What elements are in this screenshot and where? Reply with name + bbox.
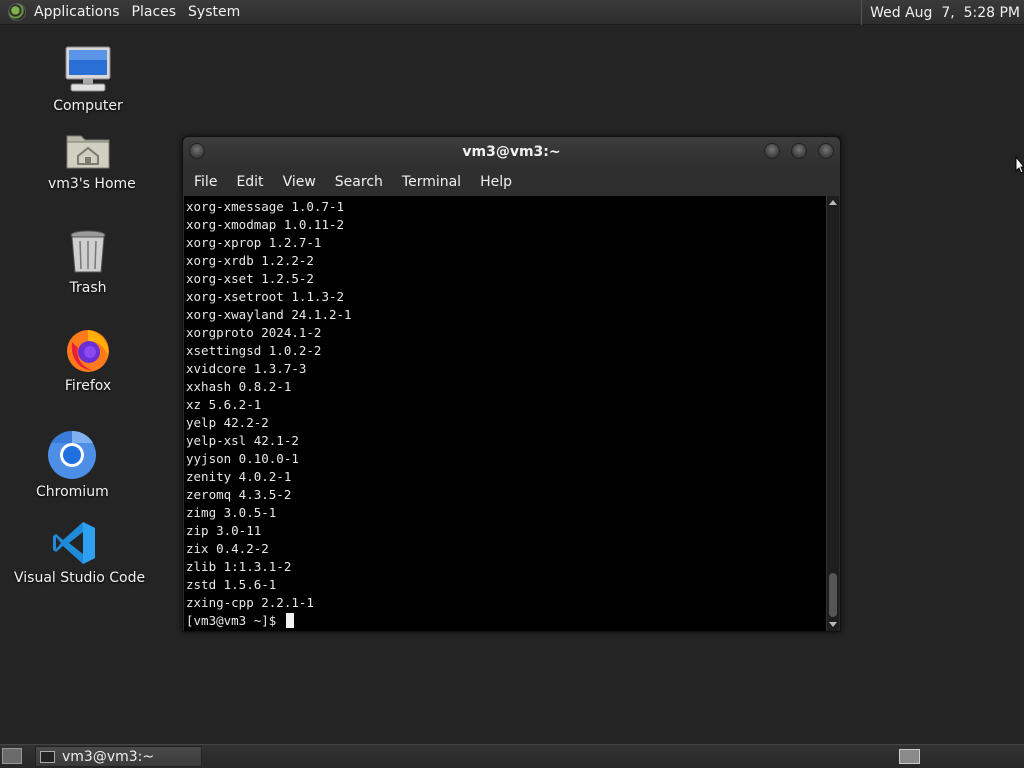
terminal-line: yelp 42.2-2 (186, 415, 269, 430)
menu-help[interactable]: Help (469, 174, 520, 190)
terminal-line: xz 5.6.2-1 (186, 397, 262, 412)
terminal-line: zstd 1.5.6-1 (186, 577, 277, 592)
show-desktop-icon[interactable] (2, 748, 22, 764)
terminal-line: xorg-xmessage 1.0.7-1 (186, 199, 345, 214)
desktop-icon-label: Visual Studio Code (14, 570, 146, 586)
taskbar-window-label: vm3@vm3:~ (62, 748, 155, 765)
computer-icon (65, 46, 111, 92)
applications-menu[interactable]: Applications (30, 4, 128, 20)
terminal-output[interactable]: xorg-xmessage 1.0.7-1 xorg-xmodmap 1.0.1… (184, 196, 826, 631)
desktop-icon-label: Firefox (64, 378, 112, 394)
vscode-icon (53, 522, 95, 564)
clock-text: Wed Aug 7, 5:28 PM (870, 4, 1020, 21)
terminal-line: xorg-xwayland 24.1.2-1 (186, 307, 352, 322)
desktop-icon-label: vm3's Home (48, 176, 136, 192)
scroll-down-arrow-icon[interactable] (829, 622, 837, 627)
terminal-line: zenity 4.0.2-1 (186, 469, 292, 484)
menu-terminal[interactable]: Terminal (391, 174, 469, 190)
menu-view[interactable]: View (272, 174, 324, 190)
close-button[interactable] (818, 143, 834, 159)
scrollbar-thumb[interactable] (829, 573, 837, 617)
clock[interactable]: Wed Aug 7, 5:28 PM (861, 0, 1020, 25)
menu-search[interactable]: Search (324, 174, 391, 190)
terminal-line: yyjson 0.10.0-1 (186, 451, 299, 466)
text-cursor (285, 613, 294, 628)
terminal-prompt-line[interactable]: [vm3@vm3 ~]$ (186, 612, 826, 630)
desktop-icon-firefox[interactable]: Firefox (58, 326, 118, 394)
window-titlebar[interactable]: vm3@vm3:~ (183, 137, 840, 168)
mouse-pointer-icon (1015, 156, 1024, 174)
distro-logo-icon[interactable] (8, 3, 26, 21)
terminal-line: zimg 3.0.5-1 (186, 505, 277, 520)
maximize-button[interactable] (791, 143, 807, 159)
terminal-line: yelp-xsl 42.1-2 (186, 433, 299, 448)
terminal-line: xxhash 0.8.2-1 (186, 379, 292, 394)
terminal-line: xorg-xsetroot 1.1.3-2 (186, 289, 345, 304)
desktop-icon-computer[interactable]: Computer (50, 44, 126, 114)
menu-edit[interactable]: Edit (225, 174, 271, 190)
desktop-icon-label: Computer (53, 98, 123, 114)
terminal-line: xorg-xprop 1.2.7-1 (186, 235, 322, 250)
terminal-prompt: [vm3@vm3 ~]$ (186, 613, 284, 628)
terminal-scrollbar[interactable] (826, 196, 839, 631)
terminal-line: zxing-cpp 2.2.1-1 (186, 595, 314, 610)
scroll-up-arrow-icon[interactable] (829, 200, 837, 205)
terminal-line: zlib 1:1.3.1-2 (186, 559, 292, 574)
terminal-icon (40, 750, 55, 763)
desktop-icon-label: Trash (69, 280, 107, 296)
terminal-line: xorgproto 2024.1-2 (186, 325, 322, 340)
chromium-icon (48, 430, 96, 479)
desktop-icon-home[interactable]: vm3's Home (48, 128, 136, 192)
menu-file[interactable]: File (183, 174, 225, 190)
system-menu[interactable]: System (184, 4, 248, 20)
desktop-icon-vscode[interactable]: Visual Studio Code (14, 520, 146, 586)
workspace-switcher[interactable] (899, 749, 920, 764)
places-menu[interactable]: Places (128, 4, 185, 20)
terminal-line: xorg-xmodmap 1.0.11-2 (186, 217, 345, 232)
bottom-panel: vm3@vm3:~ (0, 744, 1024, 768)
window-title: vm3@vm3:~ (462, 144, 561, 160)
terminal-line: xorg-xset 1.2.5-2 (186, 271, 314, 286)
firefox-icon (67, 330, 109, 372)
terminal-line: xsettingsd 1.0.2-2 (186, 343, 322, 358)
terminal-menubar: File Edit View Search Terminal Help (183, 168, 840, 196)
trash-icon (70, 230, 106, 273)
terminal-line: zix 0.4.2-2 (186, 541, 269, 556)
terminal-window[interactable]: vm3@vm3:~ File Edit View Search Terminal… (182, 136, 841, 632)
home-folder-icon (66, 135, 110, 169)
desktop-icon-trash[interactable]: Trash (58, 228, 118, 296)
terminal-line: xvidcore 1.3.7-3 (186, 361, 307, 376)
top-panel: Applications Places System Wed Aug 7, 5:… (0, 0, 1024, 25)
desktop-icon-label: Chromium (36, 484, 109, 500)
desktop-icon-chromium[interactable]: Chromium (36, 430, 109, 500)
taskbar-window-button[interactable]: vm3@vm3:~ (35, 746, 202, 767)
terminal-line: xorg-xrdb 1.2.2-2 (186, 253, 314, 268)
terminal-line: zip 3.0-11 (186, 523, 262, 538)
minimize-button[interactable] (764, 143, 780, 159)
terminal-line: zeromq 4.3.5-2 (186, 487, 292, 502)
